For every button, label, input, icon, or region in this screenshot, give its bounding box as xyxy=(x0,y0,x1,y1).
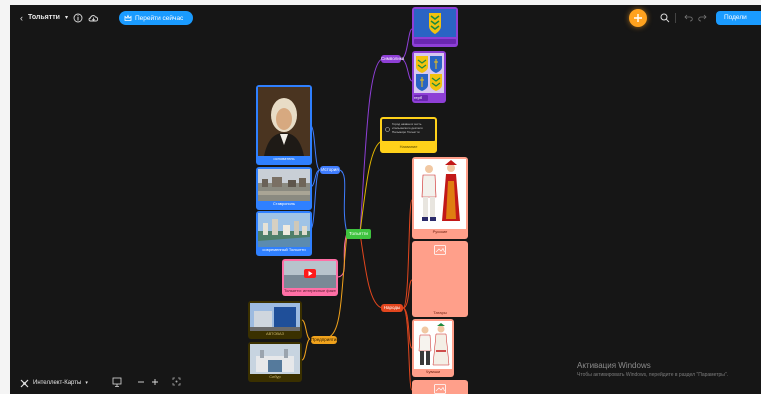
note-text: Город назван в честь итальянского деятел… xyxy=(392,122,423,134)
history-new-city-label: современный Тольятти xyxy=(262,247,306,252)
note-icon xyxy=(385,127,390,132)
back-arrow-icon[interactable]: ‹ xyxy=(20,12,23,24)
go-now-label: Перейти сейчас xyxy=(135,14,184,22)
industry-sibur-label: Сибур xyxy=(269,374,281,379)
note-caption: Название xyxy=(399,144,418,149)
zoom-in-icon[interactable] xyxy=(151,378,159,386)
coat-of-arms-image xyxy=(414,53,444,93)
history-old-city-card[interactable]: Ставрополь xyxy=(256,167,312,210)
chevron-down-icon[interactable]: ▾ xyxy=(65,12,68,24)
industry-avtovaz-label: АВТОВАЗ xyxy=(265,331,285,336)
peoples-chuvash-label: Чуваши xyxy=(425,369,441,374)
video-thumbnail xyxy=(284,261,336,288)
broken-image-icon xyxy=(434,384,446,394)
undo-icon[interactable] xyxy=(684,13,693,22)
share-label: Подели xyxy=(724,14,747,21)
top-toolbar: ‹ Тольятти ▾ xyxy=(20,12,99,24)
search-icon[interactable] xyxy=(660,13,670,23)
connector-history xyxy=(339,169,348,234)
peoples-tatars-card[interactable]: Татары xyxy=(412,241,468,317)
connector-video xyxy=(337,232,348,278)
redo-icon[interactable] xyxy=(698,13,707,22)
watermark-subtitle: Чтобы активировать Windows, перейдите в … xyxy=(577,372,729,378)
crown-icon xyxy=(124,14,132,21)
portrait-image xyxy=(258,87,310,156)
industry-sibur-card[interactable]: Сибур xyxy=(248,342,302,382)
note-card[interactable]: Город назван в честь итальянского деятел… xyxy=(380,117,437,153)
video-card[interactable]: Тольятти: интересные факты xyxy=(282,259,338,296)
industry-node[interactable]: Предприятия xyxy=(311,336,339,344)
peoples-node[interactable]: Народы xyxy=(381,304,403,312)
broken-image-icon xyxy=(434,245,446,255)
history-new-city-card[interactable]: современный Тольятти xyxy=(256,211,312,256)
add-node-button[interactable] xyxy=(629,9,647,27)
history-node[interactable]: История xyxy=(320,166,340,174)
history-portrait-card[interactable]: основатель xyxy=(256,85,312,165)
share-button[interactable]: Подели xyxy=(716,11,761,25)
avtovaz-photo xyxy=(250,303,300,331)
plus-icon xyxy=(634,14,642,22)
note-text-box: Город назван в честь итальянского деятел… xyxy=(382,119,435,141)
connector-peoples xyxy=(359,232,383,309)
chuvash-costume-image xyxy=(414,321,452,369)
present-icon[interactable] xyxy=(112,377,122,387)
center-node[interactable]: Тольятти xyxy=(346,229,371,239)
video-caption: Тольятти: интересные факты xyxy=(284,288,336,293)
symbols-sub-label: герб xyxy=(414,95,428,101)
flag-caption-bar xyxy=(414,39,456,44)
mindmap-canvas[interactable]: ‹ Тольятти ▾ Перейти сейчас Подели герб … xyxy=(10,5,761,394)
go-now-button[interactable]: Перейти сейчас xyxy=(119,11,193,25)
history-old-city-label: Ставрополь xyxy=(272,201,296,206)
bottom-toolbar: Интеллект-Карты ▾ xyxy=(20,377,88,389)
old-city-photo xyxy=(258,169,310,201)
peoples-russians-card[interactable]: Русские xyxy=(412,157,468,239)
industry-avtovaz-card[interactable]: АВТОВАЗ xyxy=(248,301,302,339)
info-icon[interactable] xyxy=(73,13,83,23)
history-portrait-label: основатель xyxy=(273,156,295,161)
russian-costume-image xyxy=(414,159,466,229)
toolbar-divider xyxy=(675,13,676,23)
sibur-photo xyxy=(250,344,300,374)
peoples-tatars-label: Татары xyxy=(433,310,447,315)
windows-activation-watermark: Активация Windows Чтобы активировать Win… xyxy=(577,361,761,379)
cloud-icon[interactable] xyxy=(88,13,99,23)
zoom-out-icon[interactable] xyxy=(137,378,145,386)
mode-selector[interactable]: Интеллект-Карты xyxy=(33,377,81,389)
symbols-node[interactable]: Символика xyxy=(381,55,404,63)
symbols-flag-card[interactable] xyxy=(412,7,458,47)
flag-image xyxy=(414,9,456,37)
peoples-russians-label: Русские xyxy=(432,229,448,234)
fit-screen-icon[interactable] xyxy=(172,377,181,386)
modern-city-photo xyxy=(258,213,310,247)
map-title[interactable]: Тольятти xyxy=(28,12,60,24)
watermark-title: Активация Windows xyxy=(577,361,651,370)
symbols-coat-card[interactable]: герб xyxy=(412,51,446,103)
chevron-down-icon[interactable]: ▾ xyxy=(85,377,88,389)
branch-connectors xyxy=(301,28,413,391)
peoples-extra-card[interactable] xyxy=(412,380,468,394)
peoples-chuvash-card[interactable]: Чуваши xyxy=(412,319,454,377)
mindmap-icon xyxy=(20,379,29,387)
